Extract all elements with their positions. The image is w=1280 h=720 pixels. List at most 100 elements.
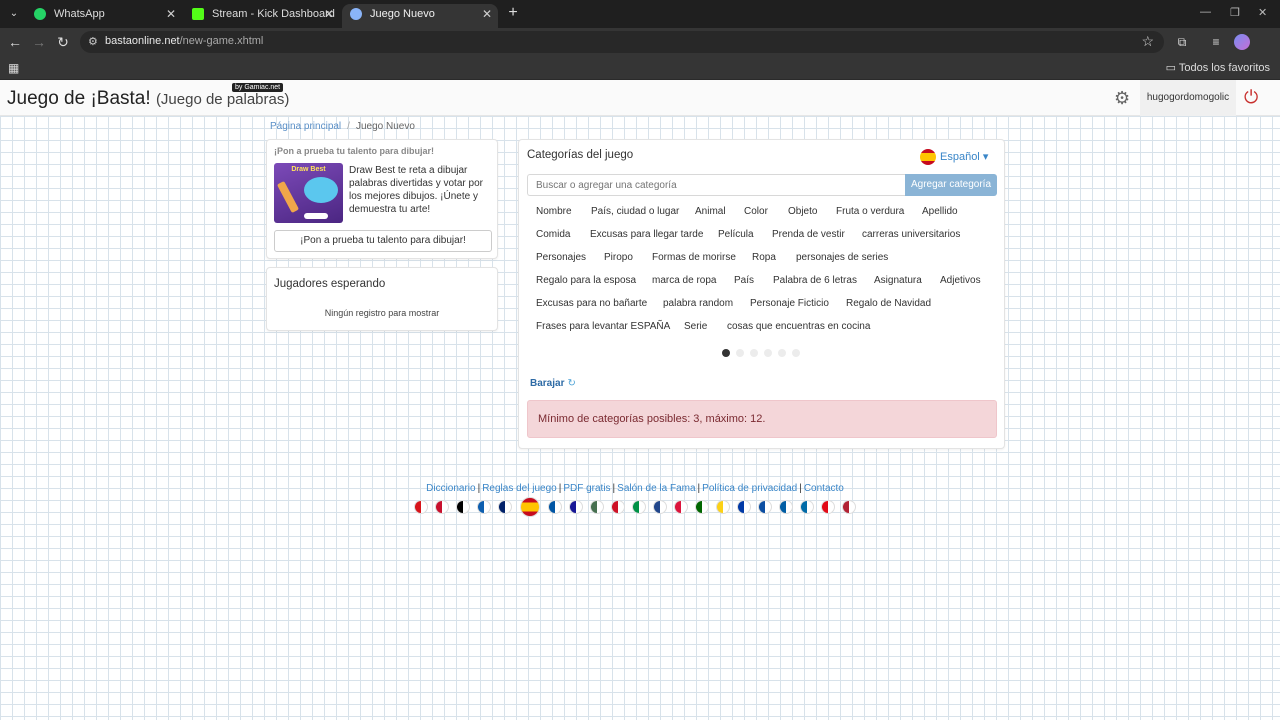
category-chip[interactable]: Excusas para llegar tarde xyxy=(581,226,712,243)
tab-juego-nuevo[interactable]: Juego Nuevo ✕ xyxy=(342,4,498,28)
breadcrumb-home[interactable]: Página principal xyxy=(270,121,341,132)
category-chip[interactable]: Objeto xyxy=(779,203,826,220)
indonesia-flag-icon[interactable] xyxy=(611,500,625,514)
username-button[interactable]: hugogordomogolic xyxy=(1140,80,1236,116)
draw-best-image[interactable]: Draw Best xyxy=(274,163,343,223)
extensions-icon[interactable]: ⧉ xyxy=(1174,34,1190,50)
gear-icon[interactable]: ⚙ xyxy=(1114,89,1132,107)
category-chip[interactable]: Nombre xyxy=(527,203,581,220)
category-chip[interactable]: palabra random xyxy=(654,295,742,312)
denmark-flag-icon[interactable] xyxy=(435,500,449,514)
category-chip[interactable]: Película xyxy=(709,226,763,243)
footer-link-pdf[interactable]: PDF gratis xyxy=(563,483,610,494)
category-chip[interactable]: Palabra de 6 letras xyxy=(764,272,866,289)
url-field[interactable]: ⚙ bastaonline.net/new-game.xhtml ☆ xyxy=(80,31,1164,53)
all-bookmarks[interactable]: ▭ Todos los favoritos xyxy=(1166,61,1270,74)
media-icon[interactable]: ≡ xyxy=(1208,34,1224,50)
turkey-flag-icon[interactable] xyxy=(821,500,835,514)
footer-link-diccionario[interactable]: Diccionario xyxy=(426,483,475,494)
tab-kick-dashboard[interactable]: Stream - Kick Dashboard ✕ xyxy=(184,4,340,28)
category-chip[interactable]: carreras universitarios xyxy=(853,226,969,243)
category-chip[interactable]: Ropa xyxy=(743,249,785,266)
category-chip[interactable]: Animal xyxy=(686,203,735,220)
categories-title: Categorías del juego xyxy=(527,149,634,161)
category-chip[interactable]: País xyxy=(725,272,763,289)
pagination-dot-6[interactable] xyxy=(792,349,800,357)
category-chip[interactable]: Color xyxy=(735,203,777,220)
shuffle-label: Barajar xyxy=(530,378,565,389)
power-icon[interactable]: ⏻ xyxy=(1244,88,1258,106)
promo-button[interactable]: ¡Pon a prueba tu talento para dibujar! xyxy=(274,230,492,252)
slovenia-flag-icon[interactable] xyxy=(779,500,793,514)
italy-flag-icon[interactable] xyxy=(632,500,646,514)
forward-icon[interactable]: → xyxy=(31,34,47,50)
pagination-dot-3[interactable] xyxy=(750,349,758,357)
tab-whatsapp[interactable]: WhatsApp ✕ xyxy=(26,4,182,28)
portugal-flag-icon[interactable] xyxy=(695,500,709,514)
category-chip[interactable]: Asignatura xyxy=(865,272,931,289)
pagination-dot-5[interactable] xyxy=(778,349,786,357)
spain-flag-icon[interactable] xyxy=(520,497,540,517)
poland-flag-icon[interactable] xyxy=(674,500,688,514)
close-icon[interactable]: ✕ xyxy=(324,4,334,24)
maximize-icon[interactable]: ❐ xyxy=(1230,6,1240,19)
category-chip[interactable]: Serie xyxy=(675,318,716,335)
reload-icon[interactable]: ↻ xyxy=(55,34,71,50)
category-chip[interactable]: Comida xyxy=(527,226,579,243)
netherlands-flag-icon[interactable] xyxy=(653,500,667,514)
apps-grid-icon[interactable]: ▦ xyxy=(8,61,19,75)
category-chip[interactable]: marca de ropa xyxy=(643,272,725,289)
category-chip[interactable]: Frases para levantar ESPAÑA xyxy=(527,318,679,335)
category-chip[interactable]: Personajes xyxy=(527,249,595,266)
sweden-flag-icon[interactable] xyxy=(800,500,814,514)
minimize-icon[interactable]: — xyxy=(1200,6,1211,18)
russia-flag-icon[interactable] xyxy=(737,500,751,514)
category-chip[interactable]: Regalo de Navidad xyxy=(837,295,940,312)
usa-flag-icon[interactable] xyxy=(842,500,856,514)
pagination-dot-1[interactable] xyxy=(722,349,730,357)
category-chip[interactable]: Fruta o verdura xyxy=(827,203,913,220)
footer-link-salon[interactable]: Salón de la Fama xyxy=(617,483,695,494)
slovakia-flag-icon[interactable] xyxy=(758,500,772,514)
shuffle-button[interactable]: Barajar ↻ xyxy=(530,378,576,389)
back-icon[interactable]: ← xyxy=(7,34,23,50)
close-icon[interactable]: ✕ xyxy=(166,4,176,24)
pagination-dot-2[interactable] xyxy=(736,349,744,357)
profile-avatar[interactable] xyxy=(1234,34,1250,50)
category-chip[interactable]: personajes de series xyxy=(787,249,897,266)
bookmark-star-icon[interactable]: ☆ xyxy=(1141,33,1154,50)
romania-flag-icon[interactable] xyxy=(716,500,730,514)
category-chip[interactable]: Excusas para no bañarte xyxy=(527,295,656,312)
footer-link-privacidad[interactable]: Política de privacidad xyxy=(702,483,797,494)
category-chip[interactable]: Adjetivos xyxy=(931,272,990,289)
category-chip[interactable]: País, ciudad o lugar xyxy=(582,203,688,220)
new-tab-button[interactable]: + xyxy=(504,4,522,22)
category-list: Nombre País, ciudad o lugar Animal Color… xyxy=(527,203,997,343)
pagination-dot-4[interactable] xyxy=(764,349,772,357)
hungary-flag-icon[interactable] xyxy=(590,500,604,514)
whatsapp-icon xyxy=(34,8,46,20)
czech-flag-icon[interactable] xyxy=(414,500,428,514)
croatia-flag-icon[interactable] xyxy=(569,500,583,514)
uk-flag-icon[interactable] xyxy=(498,500,512,514)
gamiac-badge[interactable]: by Gamiac.net xyxy=(232,83,284,92)
footer-link-reglas[interactable]: Reglas del juego xyxy=(482,483,557,494)
category-chip[interactable]: Personaje Ficticio xyxy=(741,295,838,312)
tab-search-icon[interactable]: ⌄ xyxy=(6,6,22,22)
germany-flag-icon[interactable] xyxy=(456,500,470,514)
category-chip[interactable]: Apellido xyxy=(913,203,967,220)
close-window-icon[interactable]: ✕ xyxy=(1258,6,1267,19)
greece-flag-icon[interactable] xyxy=(477,500,491,514)
category-chip[interactable]: Piropo xyxy=(595,249,642,266)
add-category-button[interactable]: Agregar categoría xyxy=(905,174,997,196)
category-chip[interactable]: Regalo para la esposa xyxy=(527,272,645,289)
close-icon[interactable]: ✕ xyxy=(482,4,492,24)
france-flag-icon[interactable] xyxy=(548,500,562,514)
category-chip[interactable]: Formas de morirse xyxy=(643,249,745,266)
category-search-input[interactable] xyxy=(527,174,905,196)
footer-link-contacto[interactable]: Contacto xyxy=(804,483,844,494)
language-select[interactable]: Español ▾ xyxy=(920,149,988,165)
site-info-icon[interactable]: ⚙ xyxy=(88,35,98,48)
category-chip[interactable]: Prenda de vestir xyxy=(763,226,854,243)
category-chip[interactable]: cosas que encuentras en cocina xyxy=(718,318,879,335)
